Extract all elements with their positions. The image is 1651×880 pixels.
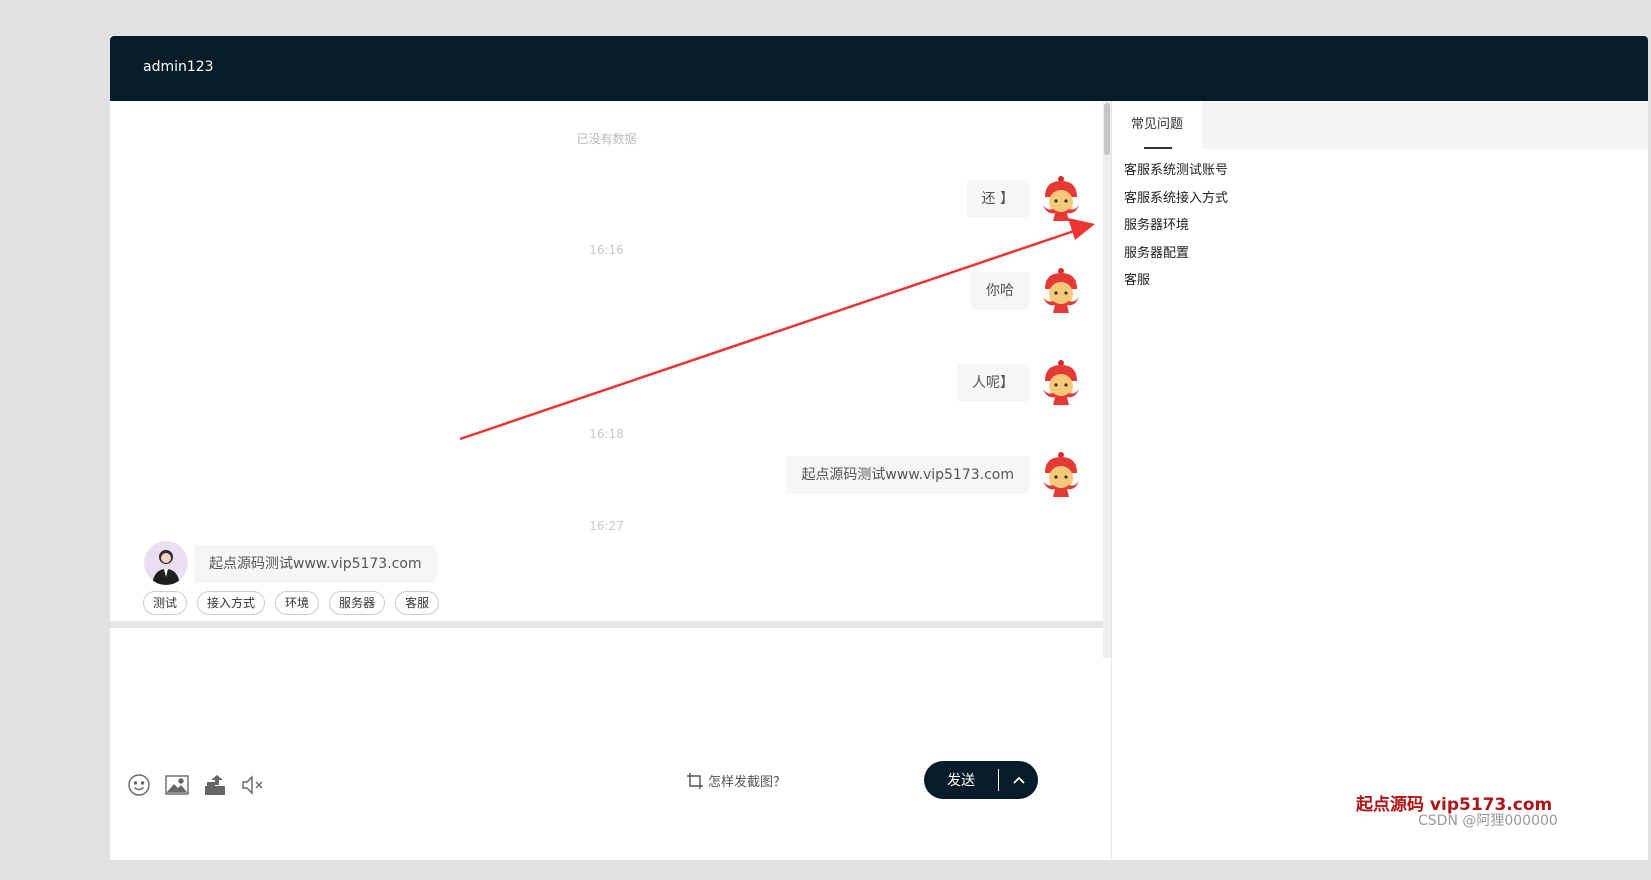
quick-reply-button[interactable]: 环境 [275, 591, 320, 615]
message-row: 你哈 [971, 267, 1083, 315]
message-row: 人呢】 [957, 359, 1083, 407]
input-toolbar [126, 772, 266, 798]
faq-item[interactable]: 客服 [1124, 267, 1648, 295]
divider [110, 621, 1103, 628]
tab-faq[interactable]: 常见问题 [1112, 101, 1202, 149]
agent-avatar-icon [1043, 360, 1079, 405]
file-upload-icon[interactable] [202, 772, 228, 798]
faq-item[interactable]: 客服系统测试账号 [1124, 157, 1648, 185]
faq-item[interactable]: 服务器配置 [1124, 240, 1648, 268]
input-area[interactable]: 怎样发截图？ 发送 [110, 621, 1103, 860]
message-list[interactable]: 已没有数据 还 】 16:16 你哈 人呢】 16:18 起点源码测试www.v… [110, 101, 1103, 653]
message-row: 起点源码测试www.vip5173.com [144, 541, 437, 585]
send-button[interactable]: 发送 [924, 770, 998, 790]
message-row: 起点源码测试www.vip5173.com [786, 451, 1083, 499]
quick-reply-button[interactable]: 测试 [143, 591, 188, 615]
scroll-thumb[interactable] [1104, 103, 1110, 155]
send-options-button[interactable] [999, 776, 1038, 784]
quick-replies: 测试 接入方式 环境 服务器 客服 [143, 591, 440, 615]
agent-avatar-icon [1043, 452, 1079, 497]
message-bubble: 还 】 [966, 180, 1029, 218]
chat-window: admin123 已没有数据 还 】 16:16 你哈 人呢】 16:18 起点… [110, 36, 1648, 860]
faq-item[interactable]: 服务器环境 [1124, 212, 1648, 240]
agent-avatar-icon [1043, 268, 1079, 313]
send-button-group: 发送 [924, 761, 1038, 799]
tab-active-indicator [1144, 147, 1172, 149]
message-bubble: 起点源码测试www.vip5173.com [786, 456, 1029, 494]
message-row: 还 】 [966, 175, 1083, 223]
faq-list: 客服系统测试账号 客服系统接入方式 服务器环境 服务器配置 客服 [1124, 157, 1648, 295]
no-more-data: 已没有数据 [576, 132, 637, 146]
screenshot-help-label: 怎样发截图？ [708, 775, 787, 790]
side-panel: 常见问题 客服系统测试账号 客服系统接入方式 服务器环境 服务器配置 客服 [1111, 101, 1648, 860]
message-bubble: 起点源码测试www.vip5173.com [194, 545, 437, 583]
image-icon[interactable] [164, 772, 190, 798]
side-tabs: 常见问题 [1112, 101, 1648, 149]
timestamp: 16:18 [589, 427, 624, 441]
quick-reply-button[interactable]: 客服 [395, 591, 440, 615]
screenshot-help-link[interactable]: 怎样发截图？ [686, 771, 786, 790]
chevron-up-icon [1012, 776, 1025, 784]
crop-icon [687, 772, 703, 789]
header-title: admin123 [143, 59, 214, 75]
smile-icon[interactable] [126, 772, 152, 798]
quick-reply-button[interactable]: 接入方式 [197, 591, 266, 615]
mute-icon[interactable] [240, 772, 266, 798]
agent-avatar-icon [1043, 176, 1079, 221]
tab-faq-label: 常见问题 [1130, 117, 1183, 132]
quick-reply-button[interactable]: 服务器 [329, 591, 386, 615]
user-avatar-icon [144, 541, 188, 585]
faq-item[interactable]: 客服系统接入方式 [1124, 185, 1648, 213]
header-bar: admin123 [110, 36, 1648, 101]
watermark-csdn: CSDN @阿狸000000 [1418, 813, 1558, 829]
message-bubble: 你哈 [971, 272, 1029, 310]
timestamp: 16:27 [589, 519, 624, 533]
chat-scrollbar[interactable] [1103, 101, 1111, 658]
timestamp: 16:16 [589, 243, 624, 257]
message-bubble: 人呢】 [957, 364, 1029, 402]
